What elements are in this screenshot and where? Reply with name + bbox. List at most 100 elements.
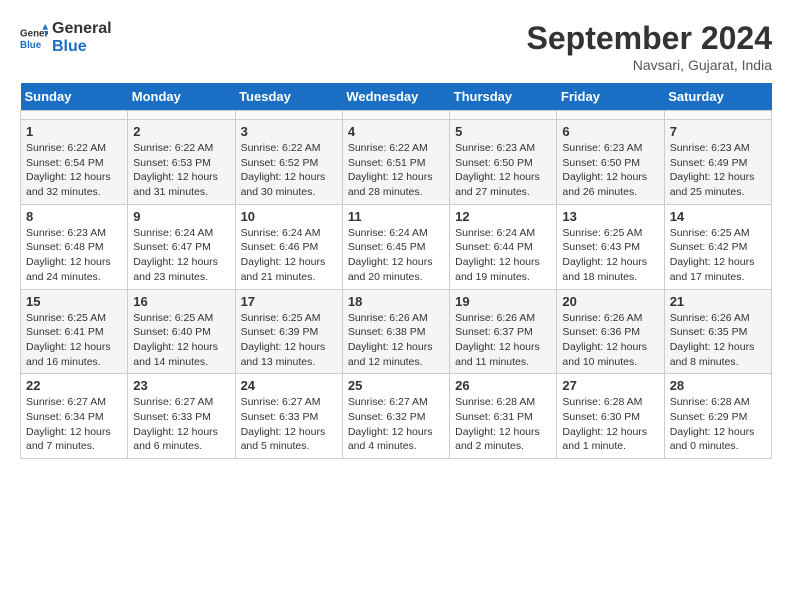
- page-header: General Blue General Blue September 2024…: [20, 20, 772, 73]
- day-number: 7: [670, 124, 766, 139]
- calendar-week-row: 1 Sunrise: 6:22 AMSunset: 6:54 PMDaylight…: [21, 120, 772, 205]
- calendar-cell: [557, 111, 664, 120]
- col-tuesday: Tuesday: [235, 83, 342, 111]
- day-number: 6: [562, 124, 658, 139]
- calendar-week-row: 22Sunrise: 6:27 AMSunset: 6:34 PMDayligh…: [21, 374, 772, 459]
- day-number: 15: [26, 294, 122, 309]
- day-number: 9: [133, 209, 229, 224]
- day-number: 26: [455, 378, 551, 393]
- calendar-cell: 21Sunrise: 6:26 AMSunset: 6:35 PMDayligh…: [664, 289, 771, 374]
- calendar-cell: [450, 111, 557, 120]
- calendar-cell: 17 Sunrise: 6:25 AMSunset: 6:39 PMDayligh…: [235, 289, 342, 374]
- day-number: 10: [241, 209, 337, 224]
- location: Navsari, Gujarat, India: [527, 57, 772, 73]
- day-info: Sunrise: 6:28 AMSunset: 6:29 PMDaylight:…: [670, 395, 766, 454]
- day-number: 23: [133, 378, 229, 393]
- day-number: 2: [133, 124, 229, 139]
- header-row: Sunday Monday Tuesday Wednesday Thursday…: [21, 83, 772, 111]
- calendar-cell: 12 Sunrise: 6:24 AMSunset: 6:44 PMDayligh…: [450, 204, 557, 289]
- day-number: 14: [670, 209, 766, 224]
- day-info: Sunrise: 6:23 AMSunset: 6:50 PMDaylight:…: [562, 141, 658, 200]
- month-title: September 2024: [527, 20, 772, 57]
- day-number: 28: [670, 378, 766, 393]
- day-number: 12: [455, 209, 551, 224]
- calendar-cell: 23 Sunrise: 6:27 AMSunset: 6:33 PMDayligh…: [128, 374, 235, 459]
- day-number: 25: [348, 378, 444, 393]
- calendar-cell: 3 Sunrise: 6:22 AMSunset: 6:52 PMDaylight…: [235, 120, 342, 205]
- col-friday: Friday: [557, 83, 664, 111]
- day-info: Sunrise: 6:23 AMSunset: 6:48 PMDaylight:…: [26, 226, 122, 285]
- calendar-cell: 25 Sunrise: 6:27 AMSunset: 6:32 PMDayligh…: [342, 374, 449, 459]
- day-number: 13: [562, 209, 658, 224]
- day-number: 16: [133, 294, 229, 309]
- day-number: 19: [455, 294, 551, 309]
- col-sunday: Sunday: [21, 83, 128, 111]
- col-monday: Monday: [128, 83, 235, 111]
- day-info: Sunrise: 6:26 AMSunset: 6:37 PMDaylight:…: [455, 311, 551, 370]
- calendar-cell: 26 Sunrise: 6:28 AMSunset: 6:31 PMDayligh…: [450, 374, 557, 459]
- calendar-week-row: 15 Sunrise: 6:25 AMSunset: 6:41 PMDayligh…: [21, 289, 772, 374]
- day-info: Sunrise: 6:24 AMSunset: 6:46 PMDaylight:…: [241, 226, 337, 285]
- day-number: 1: [26, 124, 122, 139]
- day-number: 4: [348, 124, 444, 139]
- col-thursday: Thursday: [450, 83, 557, 111]
- day-number: 18: [348, 294, 444, 309]
- day-info: Sunrise: 6:25 AMSunset: 6:41 PMDaylight:…: [26, 311, 122, 370]
- logo-line1: General: [52, 20, 112, 38]
- day-info: Sunrise: 6:26 AMSunset: 6:35 PMDaylight:…: [670, 311, 766, 370]
- day-number: 3: [241, 124, 337, 139]
- day-info: Sunrise: 6:24 AMSunset: 6:44 PMDaylight:…: [455, 226, 551, 285]
- logo-line2: Blue: [52, 38, 112, 56]
- calendar-cell: 15 Sunrise: 6:25 AMSunset: 6:41 PMDayligh…: [21, 289, 128, 374]
- calendar-week-row: 8 Sunrise: 6:23 AMSunset: 6:48 PMDaylight…: [21, 204, 772, 289]
- day-number: 17: [241, 294, 337, 309]
- day-info: Sunrise: 6:28 AMSunset: 6:30 PMDaylight:…: [562, 395, 658, 454]
- day-number: 5: [455, 124, 551, 139]
- calendar-cell: [664, 111, 771, 120]
- day-info: Sunrise: 6:22 AMSunset: 6:51 PMDaylight:…: [348, 141, 444, 200]
- day-info: Sunrise: 6:25 AMSunset: 6:39 PMDaylight:…: [241, 311, 337, 370]
- day-number: 11: [348, 209, 444, 224]
- day-info: Sunrise: 6:27 AMSunset: 6:32 PMDaylight:…: [348, 395, 444, 454]
- calendar-cell: 9 Sunrise: 6:24 AMSunset: 6:47 PMDaylight…: [128, 204, 235, 289]
- calendar-cell: 19 Sunrise: 6:26 AMSunset: 6:37 PMDayligh…: [450, 289, 557, 374]
- day-info: Sunrise: 6:23 AMSunset: 6:49 PMDaylight:…: [670, 141, 766, 200]
- calendar-cell: 27 Sunrise: 6:28 AMSunset: 6:30 PMDayligh…: [557, 374, 664, 459]
- day-number: 27: [562, 378, 658, 393]
- calendar-cell: [235, 111, 342, 120]
- day-number: 24: [241, 378, 337, 393]
- day-info: Sunrise: 6:25 AMSunset: 6:42 PMDaylight:…: [670, 226, 766, 285]
- day-number: 20: [562, 294, 658, 309]
- calendar-cell: 8 Sunrise: 6:23 AMSunset: 6:48 PMDaylight…: [21, 204, 128, 289]
- svg-text:Blue: Blue: [20, 39, 42, 50]
- calendar-cell: [21, 111, 128, 120]
- col-wednesday: Wednesday: [342, 83, 449, 111]
- day-info: Sunrise: 6:22 AMSunset: 6:53 PMDaylight:…: [133, 141, 229, 200]
- day-number: 8: [26, 209, 122, 224]
- calendar-cell: 5Sunrise: 6:23 AMSunset: 6:50 PMDaylight…: [450, 120, 557, 205]
- day-info: Sunrise: 6:27 AMSunset: 6:33 PMDaylight:…: [241, 395, 337, 454]
- calendar-cell: [128, 111, 235, 120]
- day-info: Sunrise: 6:25 AMSunset: 6:43 PMDaylight:…: [562, 226, 658, 285]
- calendar-cell: 10 Sunrise: 6:24 AMSunset: 6:46 PMDayligh…: [235, 204, 342, 289]
- title-area: September 2024 Navsari, Gujarat, India: [527, 20, 772, 73]
- day-info: Sunrise: 6:22 AMSunset: 6:52 PMDaylight:…: [241, 141, 337, 200]
- calendar-cell: 2 Sunrise: 6:22 AMSunset: 6:53 PMDaylight…: [128, 120, 235, 205]
- day-info: Sunrise: 6:24 AMSunset: 6:47 PMDaylight:…: [133, 226, 229, 285]
- day-info: Sunrise: 6:22 AMSunset: 6:54 PMDaylight:…: [26, 141, 122, 200]
- calendar-cell: 22Sunrise: 6:27 AMSunset: 6:34 PMDayligh…: [21, 374, 128, 459]
- col-saturday: Saturday: [664, 83, 771, 111]
- calendar-cell: 14 Sunrise: 6:25 AMSunset: 6:42 PMDayligh…: [664, 204, 771, 289]
- logo-icon: General Blue: [20, 24, 48, 52]
- calendar-cell: 20Sunrise: 6:26 AMSunset: 6:36 PMDayligh…: [557, 289, 664, 374]
- calendar-cell: 24 Sunrise: 6:27 AMSunset: 6:33 PMDayligh…: [235, 374, 342, 459]
- calendar-cell: 13 Sunrise: 6:25 AMSunset: 6:43 PMDayligh…: [557, 204, 664, 289]
- day-number: 22: [26, 378, 122, 393]
- day-info: Sunrise: 6:28 AMSunset: 6:31 PMDaylight:…: [455, 395, 551, 454]
- calendar-cell: [342, 111, 449, 120]
- day-info: Sunrise: 6:25 AMSunset: 6:40 PMDaylight:…: [133, 311, 229, 370]
- calendar-week-row: [21, 111, 772, 120]
- day-info: Sunrise: 6:27 AMSunset: 6:33 PMDaylight:…: [133, 395, 229, 454]
- calendar-cell: 11Sunrise: 6:24 AMSunset: 6:45 PMDayligh…: [342, 204, 449, 289]
- svg-text:General: General: [20, 28, 48, 39]
